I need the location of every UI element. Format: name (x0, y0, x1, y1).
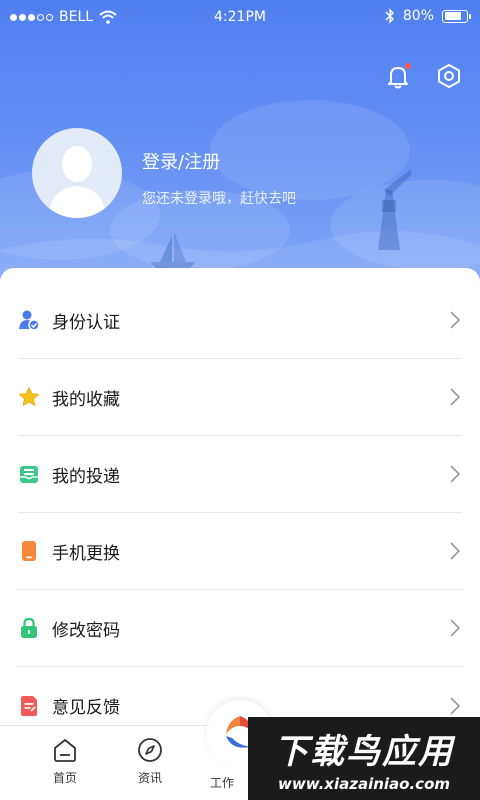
tab-label: 资讯 (137, 771, 162, 785)
battery-icon (442, 9, 471, 23)
battery-percent: 80% (402, 8, 434, 24)
bluetooth-icon (385, 8, 394, 24)
login-prompt: 您还未登录哦，赶快去吧 (142, 191, 296, 207)
id-verify-icon (18, 309, 40, 331)
chevron-right-icon (450, 388, 461, 406)
star-icon (18, 386, 40, 408)
chevron-right-icon (450, 465, 461, 483)
phone-icon (18, 540, 40, 562)
menu-item-change-phone[interactable]: 手机更换 (18, 513, 462, 590)
avatar[interactable] (32, 128, 122, 218)
chevron-right-icon (450, 311, 461, 329)
notification-button[interactable] (384, 62, 412, 90)
notification-badge (405, 63, 411, 69)
chevron-right-icon (450, 619, 461, 637)
menu-item-deliveries[interactable]: 我的投递 (18, 436, 462, 513)
menu-item-label: 身份认证 (52, 312, 120, 333)
menu-item-identity[interactable]: 身份认证 (18, 282, 462, 359)
inbox-icon (18, 463, 40, 485)
tab-news[interactable]: 资讯 (120, 736, 180, 786)
menu-item-label: 我的投递 (52, 466, 120, 487)
status-bar: BELL 4:21PM 80% (0, 0, 480, 34)
home-icon (54, 739, 76, 762)
menu-item-label: 手机更换 (52, 543, 120, 564)
menu-item-change-password[interactable]: 修改密码 (18, 590, 462, 667)
watermark-title: 下载鸟应用 (274, 732, 454, 772)
menu-item-label: 我的收藏 (52, 389, 120, 410)
gear-icon (438, 64, 460, 88)
chevron-right-icon (450, 542, 461, 560)
status-right: 80% (385, 8, 471, 24)
default-avatar-icon (48, 146, 106, 218)
tab-label: 首页 (52, 771, 77, 785)
tab-label: 工作 (209, 776, 234, 790)
compass-icon (138, 738, 162, 762)
tab-home[interactable]: 首页 (35, 736, 95, 786)
lock-icon (18, 617, 40, 639)
chevron-right-icon (450, 696, 461, 715)
watermark-banner: 下载鸟应用 www.xiazainiao.com (248, 717, 480, 800)
watermark-url: www.xiazainiao.com (277, 775, 451, 793)
settings-button[interactable] (435, 62, 463, 90)
login-register-link[interactable]: 登录/注册 (142, 148, 220, 174)
menu-card: 身份认证 我的收藏 我的投递 手机更换 修改密码 意见反馈 (0, 268, 480, 738)
menu-item-favorites[interactable]: 我的收藏 (18, 359, 462, 436)
feedback-icon (18, 695, 40, 717)
menu-item-label: 修改密码 (52, 620, 120, 641)
